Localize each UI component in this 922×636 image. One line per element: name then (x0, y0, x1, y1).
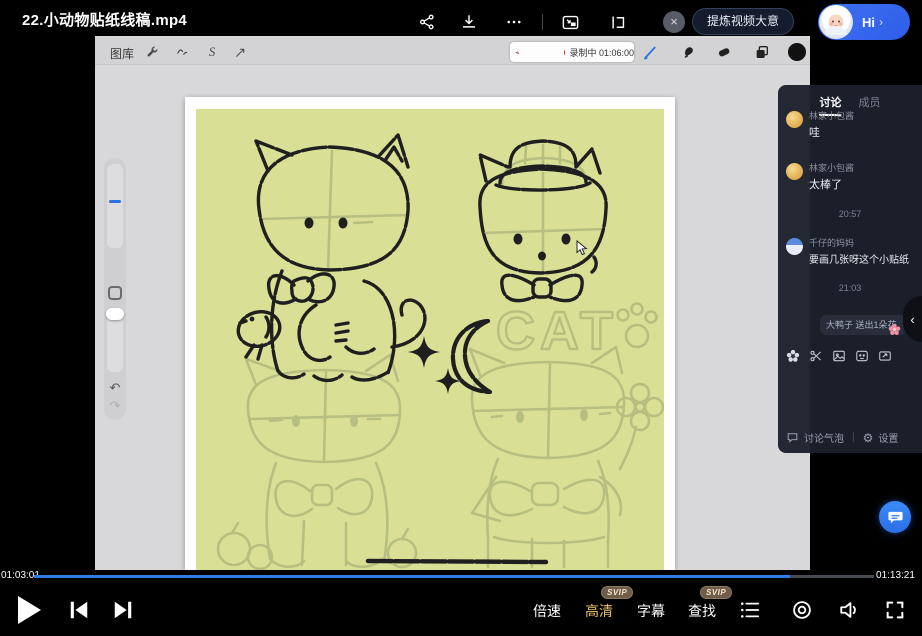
download-icon[interactable] (458, 11, 480, 33)
wrench-icon[interactable] (143, 43, 161, 61)
video-title: 22.小动物贴纸线稿.mp4 (22, 9, 187, 30)
undo-button[interactable]: ↶ (104, 380, 126, 396)
eraser-tool-icon[interactable] (715, 43, 733, 61)
record-target-icon[interactable] (790, 598, 814, 622)
topbar-divider (542, 14, 543, 30)
brush-size-slider[interactable] (107, 164, 123, 248)
clip-scissors-icon[interactable] (809, 349, 823, 363)
chat-username: 林家小包酱 (809, 111, 854, 122)
paint-toolbar: 图库 S (95, 38, 810, 65)
brush-opacity-slider[interactable] (107, 310, 123, 372)
footer-divider: | (852, 432, 855, 443)
gallery-button[interactable]: 图库 (110, 45, 134, 62)
chat-username: 林家小包酱 (809, 163, 854, 174)
send-flower-icon[interactable] (786, 349, 800, 363)
brush-sidebar: ↶ ↷ (104, 158, 126, 420)
share-icon[interactable] (416, 11, 438, 33)
chat-footer: 讨论气泡 | ⚙ 设置 (786, 430, 916, 445)
chat-action-bar (786, 349, 896, 363)
account-button[interactable]: Hi › (818, 4, 910, 40)
canvas-paper: CAT (196, 109, 664, 570)
gift-message: 大鸭子 送出1朵花 (820, 315, 906, 335)
avatar (786, 163, 803, 180)
avatar (819, 5, 853, 39)
avatar (786, 238, 803, 255)
play-button[interactable] (14, 594, 44, 626)
active-color-swatch[interactable] (788, 43, 806, 61)
adjustments-wand-icon[interactable] (173, 43, 191, 61)
layers-icon[interactable] (753, 43, 771, 61)
svg-text:CAT: CAT (496, 301, 618, 361)
chat-message: 千仔的妈妈 要画几张呀这个小贴纸 (786, 238, 909, 267)
chat-message: 林家小包酱 太棒了 (786, 163, 854, 192)
floating-chat-button[interactable] (879, 501, 911, 533)
share-chat-icon[interactable] (878, 349, 892, 363)
chat-settings-button[interactable]: 设置 (878, 430, 898, 445)
progress-bar[interactable] (34, 575, 874, 578)
picture-in-picture-icon[interactable] (559, 11, 581, 33)
top-bar: 22.小动物贴纸线稿.mp4 (0, 0, 922, 36)
avatar (786, 111, 803, 128)
svip-badge[interactable]: SVIP (601, 586, 633, 599)
chat-text: 要画几张呀这个小贴纸 (809, 254, 909, 267)
dock-window-icon[interactable] (606, 11, 628, 33)
chat-username: 千仔的妈妈 (809, 238, 909, 249)
gear-icon: ⚙ (863, 431, 874, 445)
chat-panel: 讨论 成员 林家小包酱 哇 林家小包酱 太棒了 20:57 千仔的妈妈 要画几张… (778, 85, 922, 453)
account-label: Hi (862, 15, 875, 30)
progress-fill (34, 575, 790, 578)
previous-video-button[interactable] (66, 598, 92, 622)
chat-timestamp: 20:57 (778, 209, 922, 219)
flower-gift-icon (888, 323, 901, 339)
subtitles-button[interactable]: 字幕 (637, 601, 665, 621)
chevron-right-icon: › (879, 15, 883, 29)
chat-text: 太棒了 (809, 179, 854, 192)
opacity-slider-thumb[interactable] (106, 308, 124, 320)
drawing-canvas[interactable]: CAT (185, 97, 675, 570)
playback-speed-button[interactable]: 倍速 (533, 601, 561, 621)
total-time: 01:13:21 (876, 570, 915, 581)
video-player-window: 22.小动物贴纸线稿.mp4 (0, 0, 922, 636)
recording-status: 录制中 01:06:00 (569, 46, 634, 59)
fullscreen-icon[interactable] (882, 598, 908, 622)
quality-button[interactable]: 高清 (585, 601, 613, 621)
brush-tool-icon[interactable] (641, 43, 659, 61)
transform-arrow-icon[interactable] (231, 43, 249, 61)
playlist-icon[interactable] (738, 599, 762, 621)
discussion-bubble-toggle[interactable]: 讨论气泡 (804, 430, 844, 445)
sticker-icon[interactable] (855, 349, 869, 363)
next-video-button[interactable] (110, 598, 136, 622)
mouse-cursor (576, 240, 588, 261)
chat-text: 哇 (809, 127, 854, 140)
brush-size-marker (109, 200, 121, 203)
cat-sticker-artwork: CAT (196, 109, 664, 570)
recording-indicator[interactable]: 录制中 01:06:00 (510, 42, 634, 62)
smudge-tool-icon[interactable] (680, 43, 698, 61)
close-icon[interactable]: × (663, 11, 685, 33)
recording-dot (564, 50, 566, 55)
modify-button[interactable] (108, 286, 122, 300)
redo-button[interactable]: ↷ (104, 398, 126, 414)
paint-app-video: 图库 S (95, 36, 810, 570)
tab-members[interactable]: 成员 (859, 97, 881, 109)
search-in-video-button[interactable]: 查找 (688, 601, 716, 621)
chat-timestamp: 21:03 (778, 283, 922, 293)
chat-message: 林家小包酱 哇 (786, 111, 854, 140)
panel-collapse-handle[interactable]: ‹ (903, 296, 922, 342)
volume-icon[interactable] (836, 598, 862, 622)
gift-text: 大鸭子 送出1朵花 (826, 320, 897, 330)
more-icon[interactable] (503, 11, 525, 33)
chat-bubble-icon (786, 431, 799, 444)
svip-badge[interactable]: SVIP (700, 586, 732, 599)
image-icon[interactable] (832, 349, 846, 363)
selection-tool-icon[interactable]: S (203, 43, 221, 61)
summarize-video-button[interactable]: 提炼视频大意 (692, 8, 794, 35)
